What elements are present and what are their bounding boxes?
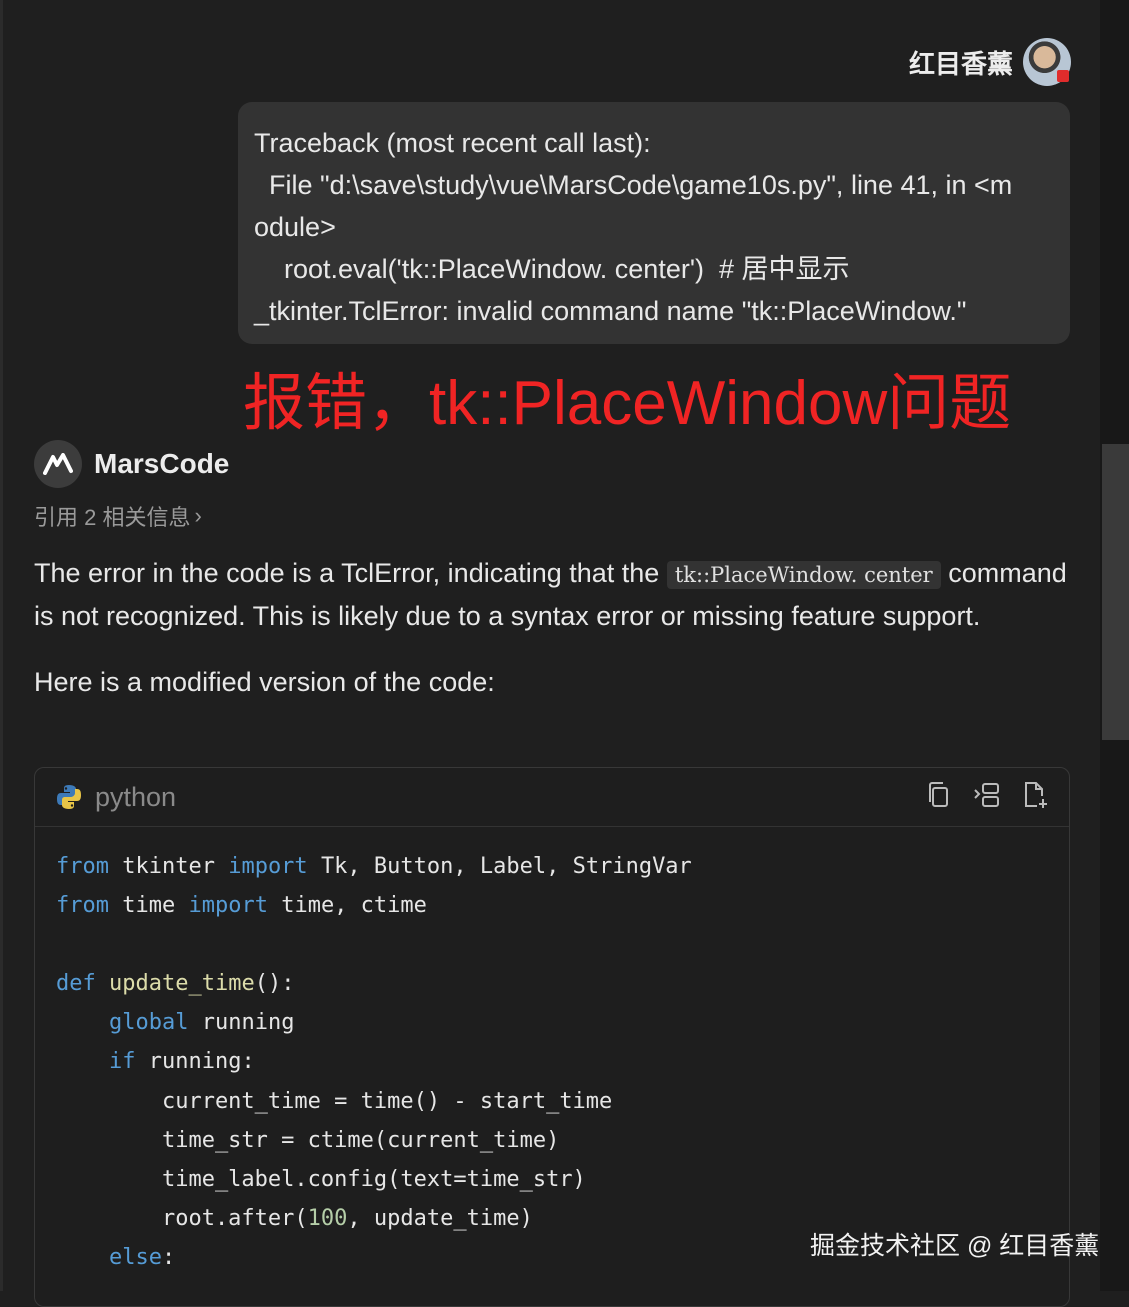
marscode-logo-icon (34, 440, 82, 488)
chevron-right-icon: › (194, 503, 202, 528)
window-edge (0, 0, 3, 1291)
code-text: Tk, Button, Label, StringVar (320, 854, 692, 879)
assistant-answer: The error in the code is a TclError, ind… (34, 553, 1074, 703)
code-keyword: import (228, 854, 308, 879)
code-toolbar (925, 780, 1049, 810)
code-text: current_time = time() - start_time (56, 1088, 613, 1114)
code-line: global running (56, 1003, 1069, 1042)
code-keyword: from (56, 854, 109, 879)
traceback-line: odule> (254, 212, 336, 242)
code-text: running (201, 1010, 295, 1036)
assistant-header: MarsCode (34, 440, 229, 488)
references-link[interactable]: 引用 2 相关信息 › (34, 500, 202, 532)
code-block-header: python (35, 768, 1069, 827)
code-keyword: else (108, 1244, 162, 1270)
code-text: time (122, 893, 189, 919)
code-keyword: def (56, 971, 96, 997)
code-line: def update_time(): (56, 964, 1069, 1003)
traceback-line: _tkinter.TclError: invalid command name … (254, 296, 967, 326)
code-keyword: import (188, 893, 268, 919)
code-body: from tkinter import Tk, Button, Label, S… (35, 827, 1069, 1277)
code-line: from time import time, ctime (56, 886, 1069, 925)
answer-paragraph: The error in the code is a TclError, ind… (34, 553, 1074, 637)
code-keyword: from (56, 893, 109, 919)
code-line: current_time = time() - start_time (56, 1082, 1069, 1121)
code-text: time_str = ctime(current_time) (56, 1127, 560, 1153)
code-text: time_label.config(text=time_str) (56, 1166, 586, 1192)
code-text: time, ctime (281, 893, 427, 919)
code-text: (): (254, 971, 295, 997)
answer-paragraph: Here is a modified version of the code: (34, 667, 495, 697)
error-annotation: 报错，tk::PlaceWindow问题 (243, 369, 1012, 438)
scrollbar-thumb[interactable] (1102, 444, 1129, 740)
traceback-line: root.eval('tk::PlaceWindow. center') # 居… (254, 254, 850, 284)
inline-code: tk::PlaceWindow. center (666, 561, 941, 589)
code-text: , update_time) (347, 1205, 533, 1231)
insert-icon[interactable] (973, 780, 1001, 810)
watermark: 掘金技术社区 @ 红目香薰 (810, 1232, 1100, 1260)
code-line: time_label.config(text=time_str) (56, 1160, 1069, 1199)
user-avatar[interactable] (1023, 38, 1071, 86)
user-name: 红目香薰 (908, 48, 1013, 79)
answer-text: The error in the code is a TclError, ind… (34, 558, 667, 588)
user-message-bubble: Traceback (most recent call last): File … (238, 102, 1070, 344)
code-line: time_str = ctime(current_time) (56, 1121, 1069, 1160)
traceback-line: File "d:\save\study\vue\MarsCode\game10s… (254, 170, 1013, 200)
code-language: python (95, 781, 177, 812)
code-function: update_time (109, 971, 255, 997)
python-icon (57, 785, 81, 809)
references-label: 引用 2 相关信息 (34, 505, 191, 530)
code-text: : (161, 1244, 176, 1270)
code-text: tkinter (122, 854, 229, 879)
avatar-badge (1057, 70, 1069, 82)
code-line: from tkinter import Tk, Button, Label, S… (56, 847, 1069, 886)
user-header: 红目香薰 (909, 38, 1071, 86)
code-line: if running: (56, 1042, 1069, 1081)
code-number: 100 (307, 1205, 348, 1231)
new-file-icon[interactable] (1021, 780, 1049, 810)
copy-icon[interactable] (925, 780, 953, 810)
code-text: running: (148, 1049, 255, 1075)
code-keyword: if (108, 1049, 136, 1075)
assistant-name: MarsCode (94, 448, 230, 479)
traceback-line: Traceback (most recent call last): (254, 128, 651, 158)
code-text: root.after( (56, 1205, 308, 1231)
code-keyword: global (108, 1010, 189, 1036)
